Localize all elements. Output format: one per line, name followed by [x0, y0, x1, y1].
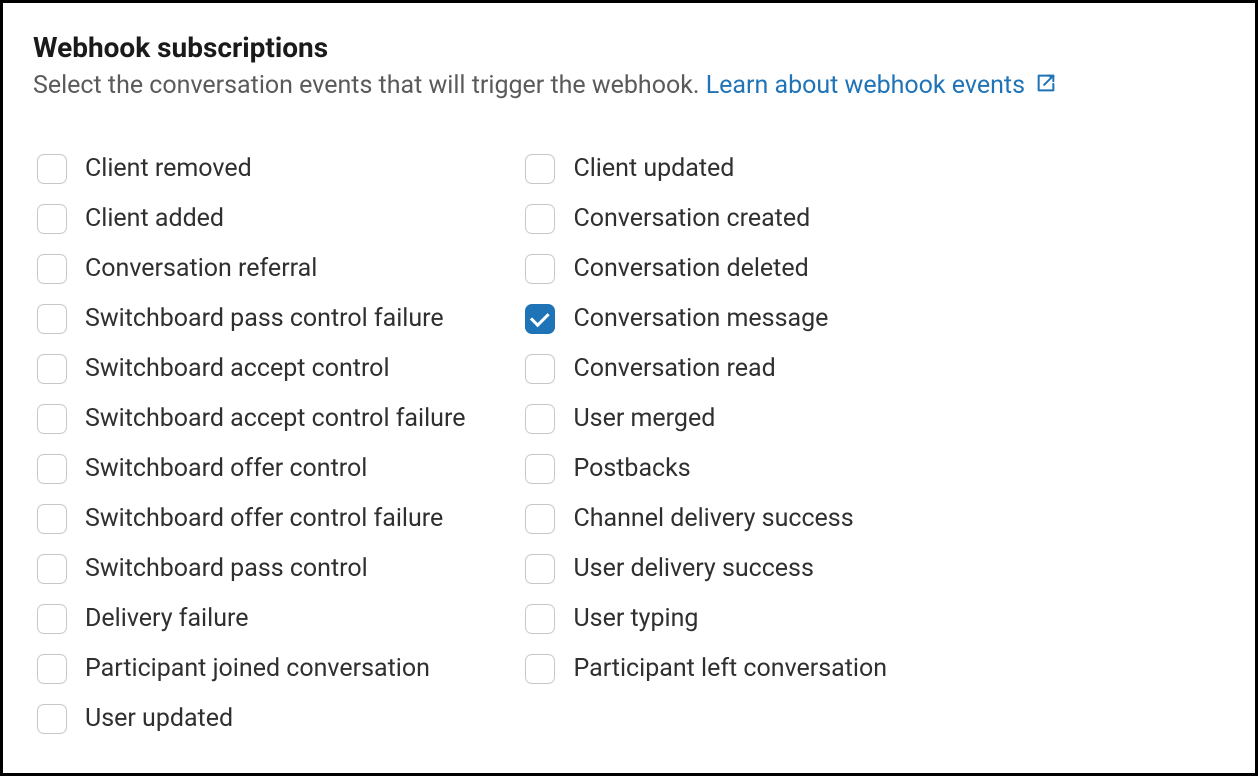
checkbox-row-conversation-referral[interactable]: Conversation referral: [37, 254, 465, 284]
external-link-icon: [1035, 69, 1057, 104]
checkbox-label: Conversation created: [573, 204, 810, 234]
checkbox-row-conversation-deleted[interactable]: Conversation deleted: [525, 254, 887, 284]
checkbox-label: Client added: [85, 204, 224, 234]
checkbox-switchboard-offer-control-failure[interactable]: [37, 504, 67, 534]
checkbox-row-conversation-created[interactable]: Conversation created: [525, 204, 887, 234]
checkbox-column-left: Client removed Client added Conversation r…: [37, 154, 465, 734]
checkbox-row-postbacks[interactable]: Postbacks: [525, 454, 887, 484]
checkbox-row-user-updated[interactable]: User updated: [37, 704, 465, 734]
checkbox-label: Switchboard pass control failure: [85, 304, 444, 334]
checkbox-label: Conversation message: [573, 304, 828, 334]
checkbox-label: Conversation read: [573, 354, 775, 384]
checkbox-label: Conversation deleted: [573, 254, 808, 284]
panel-description: Select the conversation events that will…: [33, 68, 1225, 104]
checkbox-label: Client updated: [573, 154, 734, 184]
checkbox-row-delivery-failure[interactable]: Delivery failure: [37, 604, 465, 634]
checkbox-label: Delivery failure: [85, 604, 248, 634]
checkbox-label: User delivery success: [573, 554, 813, 584]
checkbox-label: Switchboard pass control: [85, 554, 368, 584]
checkbox-label: User updated: [85, 704, 233, 734]
checkbox-label: Participant joined conversation: [85, 654, 430, 684]
checkbox-row-user-merged[interactable]: User merged: [525, 404, 887, 434]
checkbox-row-switchboard-pass-control[interactable]: Switchboard pass control: [37, 554, 465, 584]
checkbox-row-switchboard-offer-control[interactable]: Switchboard offer control: [37, 454, 465, 484]
checkbox-label: Switchboard accept control: [85, 354, 390, 384]
panel-title: Webhook subscriptions: [33, 31, 1225, 64]
checkbox-row-switchboard-accept-control-failure[interactable]: Switchboard accept control failure: [37, 404, 465, 434]
checkbox-client-removed[interactable]: [37, 154, 67, 184]
checkbox-row-client-removed[interactable]: Client removed: [37, 154, 465, 184]
checkbox-label: Channel delivery success: [573, 504, 853, 534]
checkbox-switchboard-accept-control-failure[interactable]: [37, 404, 67, 434]
checkbox-conversation-read[interactable]: [525, 354, 555, 384]
checkbox-row-participant-left-conversation[interactable]: Participant left conversation: [525, 654, 887, 684]
checkbox-user-delivery-success[interactable]: [525, 554, 555, 584]
checkbox-user-typing[interactable]: [525, 604, 555, 634]
checkbox-label: Participant left conversation: [573, 654, 887, 684]
description-text: Select the conversation events that will…: [33, 71, 699, 100]
checkbox-channel-delivery-success[interactable]: [525, 504, 555, 534]
checkbox-conversation-message[interactable]: [525, 304, 555, 334]
checkbox-client-added[interactable]: [37, 204, 67, 234]
checkbox-row-switchboard-accept-control[interactable]: Switchboard accept control: [37, 354, 465, 384]
learn-about-webhook-events-link[interactable]: Learn about webhook events: [706, 71, 1058, 100]
checkbox-label: Switchboard offer control failure: [85, 504, 443, 534]
checkbox-switchboard-pass-control-failure[interactable]: [37, 304, 67, 334]
checkbox-user-merged[interactable]: [525, 404, 555, 434]
checkbox-grid: Client removed Client added Conversation r…: [33, 154, 1225, 734]
checkbox-label: Switchboard accept control failure: [85, 404, 465, 434]
checkbox-row-conversation-message[interactable]: Conversation message: [525, 304, 887, 334]
checkbox-postbacks[interactable]: [525, 454, 555, 484]
checkbox-row-participant-joined-conversation[interactable]: Participant joined conversation: [37, 654, 465, 684]
checkbox-row-client-updated[interactable]: Client updated: [525, 154, 887, 184]
checkbox-switchboard-offer-control[interactable]: [37, 454, 67, 484]
checkbox-label: Client removed: [85, 154, 252, 184]
checkbox-row-channel-delivery-success[interactable]: Channel delivery success: [525, 504, 887, 534]
checkbox-conversation-referral[interactable]: [37, 254, 67, 284]
checkbox-row-user-delivery-success[interactable]: User delivery success: [525, 554, 887, 584]
checkbox-row-user-typing[interactable]: User typing: [525, 604, 887, 634]
checkbox-client-updated[interactable]: [525, 154, 555, 184]
checkbox-row-conversation-read[interactable]: Conversation read: [525, 354, 887, 384]
checkbox-participant-joined-conversation[interactable]: [37, 654, 67, 684]
checkbox-label: Postbacks: [573, 454, 690, 484]
checkbox-conversation-deleted[interactable]: [525, 254, 555, 284]
checkbox-participant-left-conversation[interactable]: [525, 654, 555, 684]
checkbox-row-switchboard-pass-control-failure[interactable]: Switchboard pass control failure: [37, 304, 465, 334]
checkbox-label: User typing: [573, 604, 698, 634]
checkbox-delivery-failure[interactable]: [37, 604, 67, 634]
checkbox-conversation-created[interactable]: [525, 204, 555, 234]
webhook-subscriptions-panel: Webhook subscriptions Select the convers…: [0, 0, 1258, 776]
checkbox-label: Conversation referral: [85, 254, 317, 284]
checkbox-label: User merged: [573, 404, 715, 434]
checkbox-switchboard-pass-control[interactable]: [37, 554, 67, 584]
checkbox-column-right: Client updated Conversation created Conver…: [525, 154, 887, 734]
checkbox-row-client-added[interactable]: Client added: [37, 204, 465, 234]
checkbox-switchboard-accept-control[interactable]: [37, 354, 67, 384]
checkbox-row-switchboard-offer-control-failure[interactable]: Switchboard offer control failure: [37, 504, 465, 534]
checkbox-user-updated[interactable]: [37, 704, 67, 734]
checkbox-label: Switchboard offer control: [85, 454, 367, 484]
learn-link-text: Learn about webhook events: [706, 71, 1025, 100]
